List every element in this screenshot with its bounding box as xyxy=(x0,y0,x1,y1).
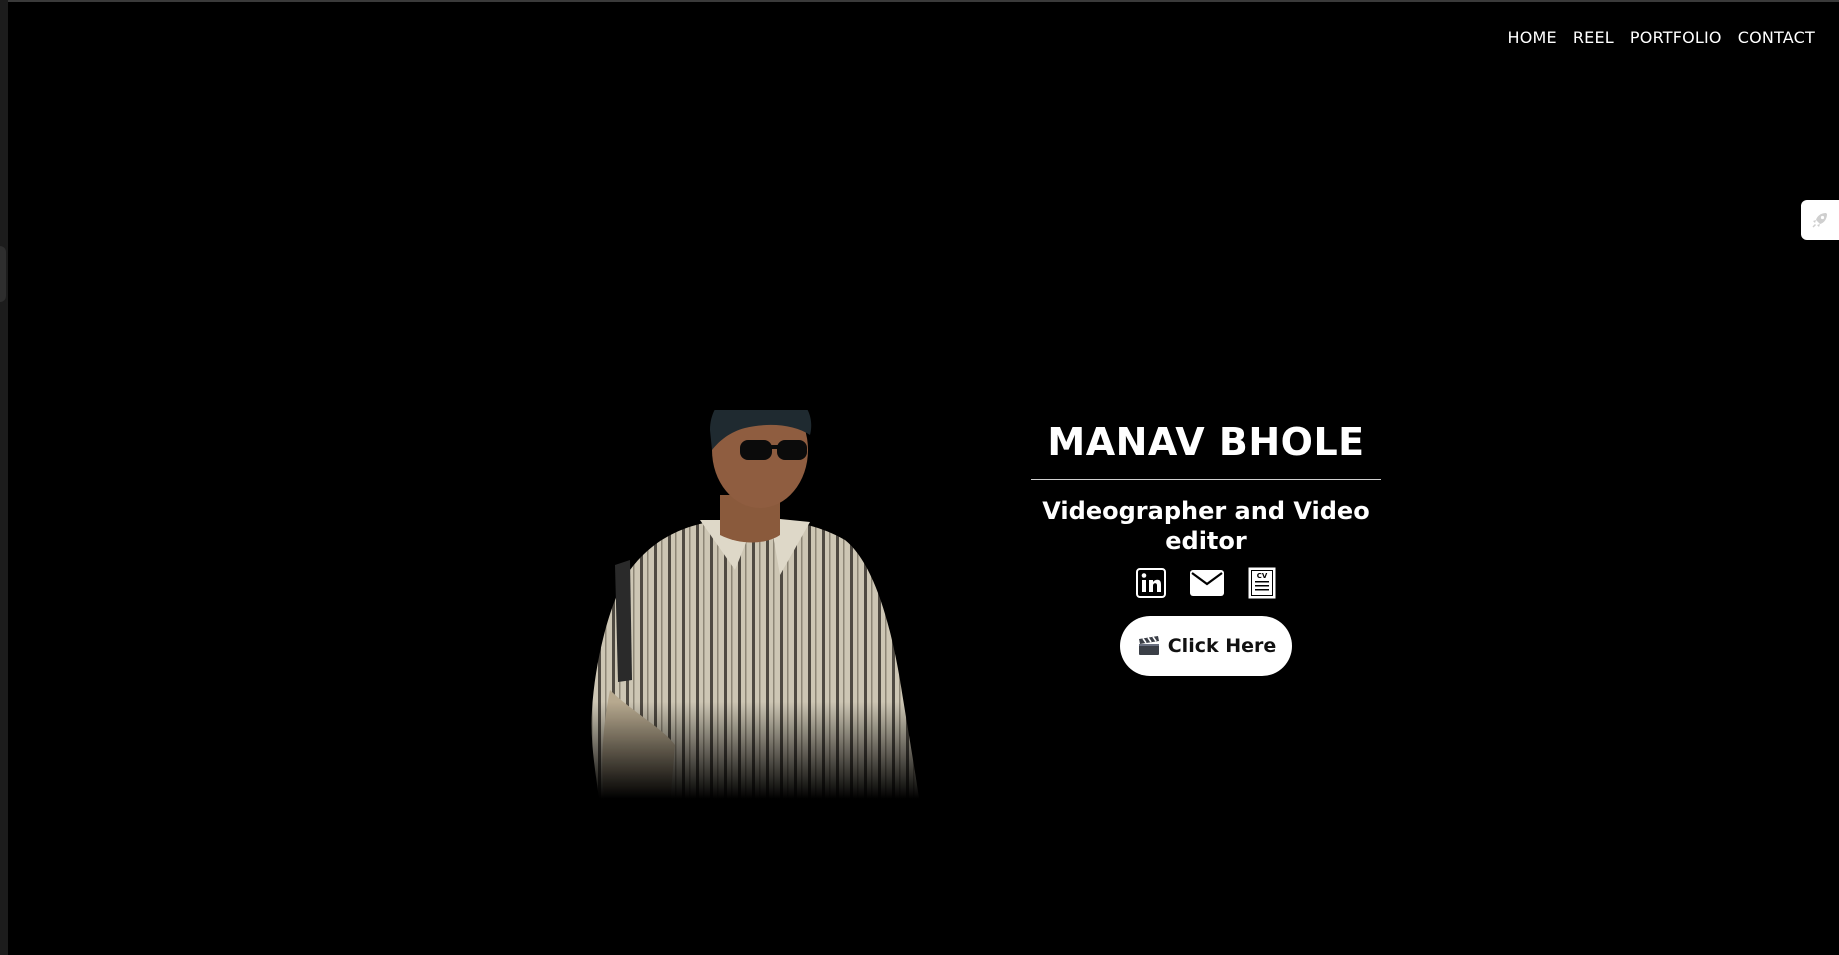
hero-role: Videographer and Video editor xyxy=(1042,497,1370,555)
left-panel-handle[interactable] xyxy=(0,246,6,302)
rocket-icon xyxy=(1810,210,1830,230)
hero-section: MANAV BHOLE Videographer and Video edito… xyxy=(1031,416,1381,676)
cv-document-icon[interactable]: CV xyxy=(1248,567,1276,599)
nav-home[interactable]: HOME xyxy=(1508,28,1557,47)
envelope-icon[interactable] xyxy=(1190,570,1224,596)
left-gutter xyxy=(0,0,8,955)
nav-portfolio[interactable]: PORTFOLIO xyxy=(1630,28,1722,47)
side-widget-button[interactable] xyxy=(1801,200,1839,240)
clapperboard-icon xyxy=(1138,636,1160,656)
hero-name: MANAV BHOLE xyxy=(1047,420,1365,464)
hero-divider xyxy=(1031,479,1381,480)
click-here-button[interactable]: Click Here xyxy=(1119,616,1293,676)
nav-contact[interactable]: CONTACT xyxy=(1738,28,1815,47)
linkedin-icon[interactable] xyxy=(1136,568,1166,598)
page: HOME REEL PORTFOLIO CONTACT MANAV BHOLE … xyxy=(0,0,1839,955)
main-nav: HOME REEL PORTFOLIO CONTACT xyxy=(1508,28,1815,47)
cv-text: CV xyxy=(1257,572,1268,580)
nav-reel[interactable]: REEL xyxy=(1573,28,1614,47)
click-here-label: Click Here xyxy=(1167,635,1277,657)
window-top-border xyxy=(0,0,1839,2)
portrait-photo xyxy=(570,410,970,815)
social-links: CV xyxy=(1031,566,1381,600)
